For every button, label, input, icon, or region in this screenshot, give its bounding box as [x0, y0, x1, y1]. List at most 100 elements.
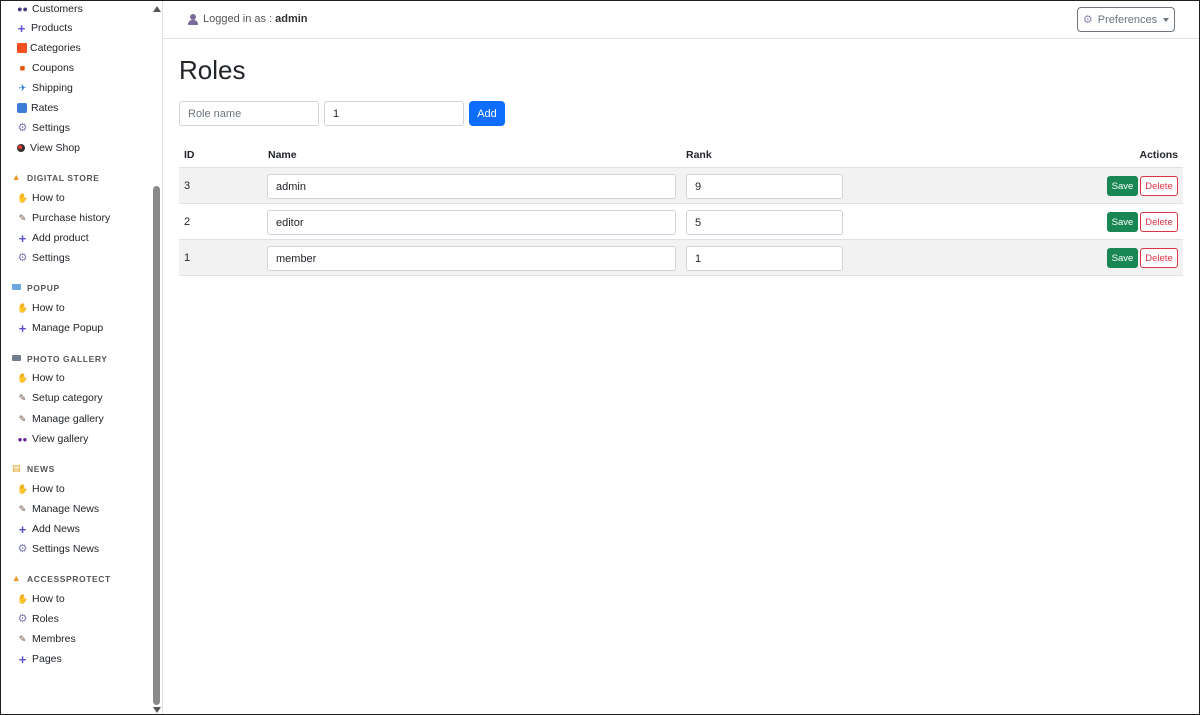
sidebar-item-shipping[interactable]: ✈ Shipping [17, 80, 73, 96]
sidebar-item-manage-popup[interactable]: + Manage Popup [17, 320, 104, 336]
preferences-dropdown-button[interactable]: ⚙ Preferences [1077, 7, 1175, 32]
sidebar-item-rates[interactable]: Rates [17, 100, 58, 116]
sidebar-scrollbar[interactable] [151, 2, 162, 714]
section-title-accessprotect: ▲ ACCESSPROTECT [11, 573, 111, 584]
sidebar-item-roles[interactable]: ⚙ Roles [17, 611, 59, 627]
dot-icon [17, 144, 25, 152]
hand-icon: ✋ [17, 192, 29, 203]
table-row: 3 Save Delete [179, 168, 1183, 204]
section-title-popup: POPUP [11, 282, 60, 293]
fire-icon: ▲ [11, 172, 22, 182]
delete-button[interactable]: Delete [1140, 176, 1178, 196]
card-icon [12, 284, 21, 290]
sidebar-item-label: Setup category [32, 392, 103, 404]
fire-icon: ▲ [11, 573, 22, 583]
sidebar-item-settings-news[interactable]: ⚙ Settings News [17, 541, 100, 557]
hand-icon: ✋ [17, 302, 29, 313]
rates-icon [17, 103, 27, 113]
sidebar-item-label: Purchase history [32, 212, 111, 224]
delete-button[interactable]: Delete [1140, 212, 1178, 232]
role-name-input[interactable] [179, 101, 319, 126]
sidebar-item-label: Categories [30, 42, 81, 54]
plus-icon: + [17, 20, 26, 36]
plus-icon: + [18, 230, 27, 246]
section-title-label: DIGITAL STORE [27, 172, 100, 183]
role-id: 1 [184, 252, 191, 264]
rank-input[interactable] [324, 101, 464, 126]
caret-down-icon [1163, 17, 1170, 22]
sidebar-item-how-to[interactable]: ✋ How to [17, 190, 65, 206]
square-icon [17, 43, 27, 53]
role-name-field[interactable] [267, 174, 676, 199]
logged-in-label: Logged in as : [203, 13, 273, 25]
sidebar-item-label: Customers [32, 3, 83, 15]
add-role-button[interactable]: Add [469, 101, 505, 126]
sidebar-item-label: Shipping [32, 82, 73, 94]
sidebar-item-add-product[interactable]: + Add product [17, 230, 89, 246]
sidebar-item-label: How to [32, 593, 65, 605]
sidebar-item-settings[interactable]: ⚙ Settings [17, 120, 70, 136]
sidebar-item-membres[interactable]: ✎ Membres [17, 631, 76, 647]
plus-icon: + [18, 651, 27, 667]
table-row: 2 Save Delete [179, 204, 1183, 240]
plus-icon: + [18, 320, 27, 336]
save-button[interactable]: Save [1107, 176, 1138, 196]
scrollbar-thumb[interactable] [153, 186, 160, 705]
people-icon: ●● [17, 3, 28, 14]
pen-icon: ✎ [18, 212, 27, 223]
sidebar-item-coupons[interactable]: ■ Coupons [17, 60, 74, 76]
sidebar-item-label: Products [31, 22, 73, 34]
role-rank-field[interactable] [686, 174, 843, 199]
sidebar-item-label: Settings News [32, 543, 100, 555]
table-row: 1 Save Delete [179, 240, 1183, 276]
role-name-field[interactable] [267, 246, 676, 271]
sidebar-item-label: How to [32, 483, 65, 495]
gear-icon: ⚙ [17, 542, 28, 555]
sidebar-item-manage-news[interactable]: ✎ Manage News [17, 501, 99, 517]
role-id: 3 [184, 180, 191, 192]
sidebar-item-purchase-history[interactable]: ✎ Purchase history [17, 210, 110, 226]
preferences-label: Preferences [1097, 13, 1158, 26]
sidebar-item-label: Roles [32, 613, 59, 625]
role-rank-field[interactable] [686, 210, 843, 235]
sidebar-item-setup-category[interactable]: ✎ Setup category [17, 390, 103, 406]
sidebar-divider [162, 1, 163, 714]
sidebar-item-manage-gallery[interactable]: ✎ Manage gallery [17, 411, 104, 427]
pen-icon: ✎ [18, 392, 27, 403]
sidebar-item-pages[interactable]: + Pages [17, 651, 62, 667]
pen-icon: ✎ [18, 503, 27, 514]
sidebar-item-customers[interactable]: ●● Customers [17, 1, 83, 17]
gear-icon: ⚙ [17, 121, 28, 134]
column-header-rank: Rank [686, 149, 712, 161]
scroll-down-arrow-icon[interactable] [153, 707, 161, 713]
section-title-news: ▤ NEWS [11, 463, 55, 474]
section-title-photo-gallery: PHOTO GALLERY [11, 353, 108, 364]
sidebar-item-label: Membres [32, 633, 76, 645]
sidebar-item-settings[interactable]: ⚙ Settings [17, 250, 70, 266]
role-name-field[interactable] [267, 210, 676, 235]
sidebar-item-label: Add product [32, 232, 89, 244]
sidebar: ●● Customers + Products Categories ■ Cou… [1, 1, 162, 714]
sidebar-item-label: Manage Popup [32, 322, 104, 334]
hand-icon: ✋ [17, 483, 29, 494]
save-button[interactable]: Save [1107, 212, 1138, 232]
sidebar-item-label: Coupons [32, 62, 75, 74]
sidebar-item-how-to[interactable]: ✋ How to [17, 300, 65, 316]
sidebar-item-how-to[interactable]: ✋ How to [17, 481, 65, 497]
sidebar-item-view-gallery[interactable]: ●● View gallery [17, 431, 89, 447]
sidebar-item-label: View gallery [32, 433, 89, 445]
scroll-up-arrow-icon[interactable] [153, 6, 161, 12]
section-title-label: POPUP [27, 282, 60, 293]
sidebar-item-how-to[interactable]: ✋ How to [17, 370, 65, 386]
sidebar-item-products[interactable]: + Products [16, 20, 73, 36]
sidebar-item-view-shop[interactable]: View Shop [17, 140, 80, 156]
save-button[interactable]: Save [1107, 248, 1138, 268]
delete-button[interactable]: Delete [1140, 248, 1178, 268]
plus-icon: + [18, 521, 27, 537]
gear-icon: ⚙ [1082, 14, 1093, 26]
role-rank-field[interactable] [686, 246, 843, 271]
page-title: Roles [179, 55, 246, 85]
sidebar-item-categories[interactable]: Categories [17, 40, 81, 56]
sidebar-item-add-news[interactable]: + Add News [17, 521, 80, 537]
sidebar-item-how-to[interactable]: ✋ How to [17, 591, 65, 607]
